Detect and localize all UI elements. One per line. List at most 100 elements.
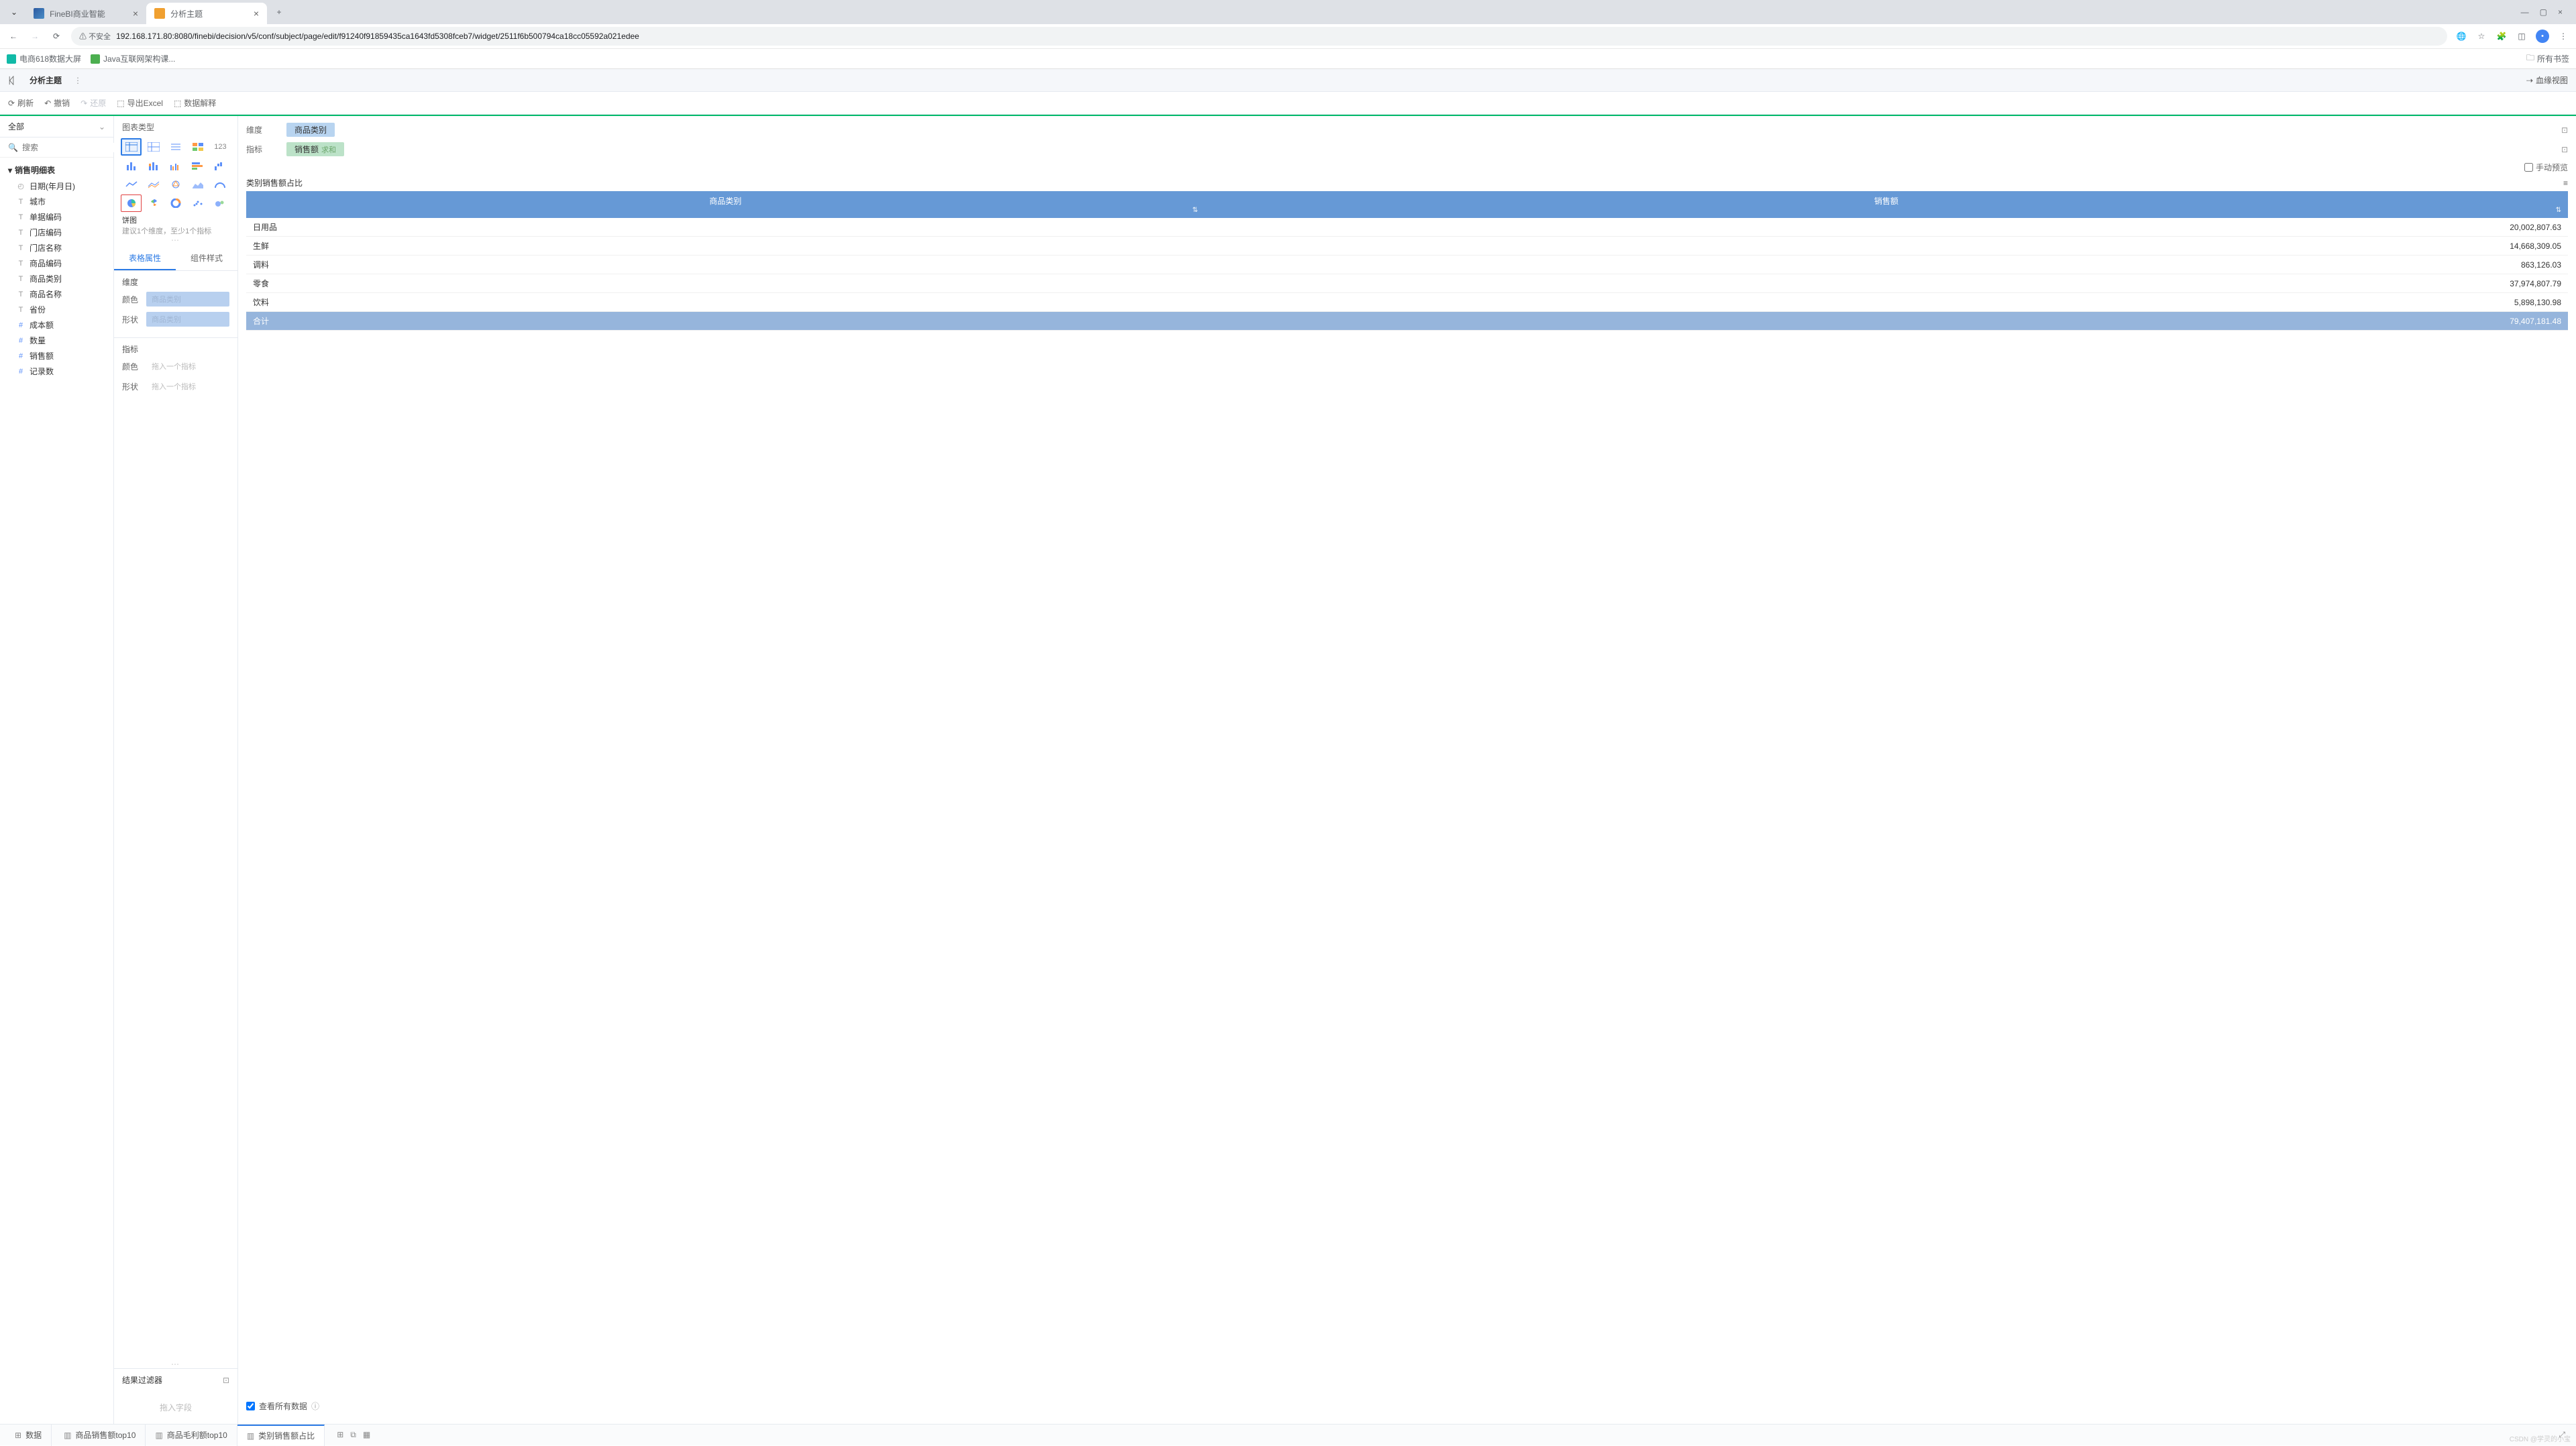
dimension-shelf[interactable]: 维度 商品类别 ⊡ [246, 123, 2568, 137]
duplicate-icon[interactable]: ⧉ [350, 1430, 356, 1440]
chart-type-bubble[interactable] [210, 194, 231, 212]
back-to-list-button[interactable] [8, 76, 17, 85]
drop-zone[interactable]: 拖入一个指标 [146, 359, 229, 374]
reload-button[interactable]: ⟳ [50, 32, 63, 41]
prop-shape-dim[interactable]: 形状 商品类别 [122, 312, 229, 327]
tab-finebi[interactable]: FineBI商业智能 × [25, 3, 146, 24]
field-item[interactable]: ◴日期(年月日) [0, 178, 113, 194]
field-item[interactable]: #数量 [0, 333, 113, 348]
chart-type-donut[interactable] [165, 194, 186, 212]
undo-button[interactable]: ↶撤销 [44, 97, 70, 109]
table-row[interactable]: 日用品20,002,807.63 [246, 218, 2568, 237]
field-item[interactable]: T省份 [0, 302, 113, 317]
metric-shelf[interactable]: 指标 销售额 求和 ⊡ [246, 142, 2568, 156]
sort-icon[interactable]: ⇅ [2556, 207, 2561, 214]
export-button[interactable]: ⬚导出Excel [117, 97, 163, 109]
chart-type-line[interactable] [121, 176, 142, 193]
chart-type-kpi-card[interactable] [188, 138, 209, 156]
all-bookmarks[interactable]: 🗀 所有书签 [2526, 52, 2569, 66]
explain-button[interactable]: ⬚数据解释 [174, 97, 216, 109]
menu-icon[interactable]: ⋮ [2557, 32, 2569, 41]
star-icon[interactable]: ☆ [2475, 32, 2487, 41]
prop-color-pill[interactable]: 商品类别 [146, 292, 229, 307]
component-tab[interactable]: ▥商品毛利额top10 [146, 1425, 237, 1446]
chart-type-pie[interactable] [121, 194, 142, 212]
field-item[interactable]: #成本额 [0, 317, 113, 333]
table-row[interactable]: 饮料5,898,130.98 [246, 293, 2568, 312]
drop-zone[interactable]: 拖入一个指标 [146, 379, 229, 394]
chart-type-multi-line[interactable] [143, 176, 164, 193]
col-header-sales[interactable]: 销售额⇅ [1205, 191, 2568, 218]
extensions-icon[interactable]: 🧩 [2496, 32, 2508, 41]
field-item[interactable]: T门店编码 [0, 225, 113, 240]
chart-type-area[interactable] [188, 176, 209, 193]
refresh-button[interactable]: ⟳刷新 [8, 97, 34, 109]
chart-type-group-table[interactable] [121, 138, 142, 156]
field-item[interactable]: T商品类别 [0, 271, 113, 286]
table-row[interactable]: 调料863,126.03 [246, 256, 2568, 274]
field-item[interactable]: #销售额 [0, 348, 113, 364]
lineage-button[interactable]: ⇢ 血缘视图 [2526, 74, 2568, 86]
chart-type-stacked-column[interactable] [143, 157, 164, 174]
tab-component-style[interactable]: 组件样式 [176, 247, 237, 270]
prop-shape-pill[interactable]: 商品类别 [146, 312, 229, 327]
bookmark-ecommerce[interactable]: 电商618数据大屏 [7, 53, 81, 64]
expand-icon[interactable]: ⊡ [223, 1376, 229, 1385]
chart-type-text[interactable]: 123 [210, 138, 231, 156]
field-item[interactable]: T城市 [0, 194, 113, 209]
dataset-toggle[interactable]: ▾ 销售明细表 [0, 162, 113, 178]
chart-title[interactable]: 类别销售额占比 [246, 177, 303, 188]
tab-dropdown[interactable]: ⌄ [5, 5, 23, 19]
component-tab[interactable]: ▥类别销售额占比 [237, 1425, 325, 1446]
close-tab-icon[interactable]: × [254, 8, 259, 19]
chart-type-scatter[interactable] [188, 194, 209, 212]
table-row[interactable]: 零食37,974,807.79 [246, 274, 2568, 293]
dim-pill[interactable]: 商品类别 [286, 123, 335, 137]
table-row[interactable]: 生鲜14,668,309.05 [246, 237, 2568, 256]
tab-table-attr[interactable]: 表格属性 [114, 247, 176, 270]
tab-analysis[interactable]: 分析主题 × [146, 3, 267, 24]
chart-settings-icon[interactable]: ≡ [2563, 178, 2568, 188]
component-tab[interactable]: ▥商品销售额top10 [54, 1425, 146, 1446]
scope-selector[interactable]: 全部 ⌄ [0, 116, 113, 137]
search-input[interactable] [22, 143, 126, 152]
col-header-category[interactable]: 商品类别⇅ [246, 191, 1205, 218]
view-all-checkbox[interactable] [246, 1402, 255, 1410]
close-tab-icon[interactable]: × [133, 8, 138, 19]
forward-button[interactable]: → [28, 32, 42, 41]
chart-type-bar[interactable] [188, 157, 209, 174]
prop-color-metric[interactable]: 颜色 拖入一个指标 [122, 359, 229, 374]
new-tab-button[interactable]: + [270, 7, 288, 17]
back-button[interactable]: ← [7, 32, 20, 41]
tab-data[interactable]: ⊞ 数据 [5, 1425, 52, 1446]
chart-type-radar[interactable] [165, 176, 186, 193]
sort-icon[interactable]: ⇅ [1192, 207, 1197, 214]
metric-pill[interactable]: 销售额 求和 [286, 142, 344, 156]
chart-type-list-table[interactable] [165, 138, 186, 156]
chart-type-grouped-column[interactable] [165, 157, 186, 174]
sidepanel-icon[interactable]: ◫ [2516, 32, 2528, 41]
shelf-settings-icon[interactable]: ⊡ [2561, 125, 2568, 135]
filter-dropzone[interactable]: 拖入字段 [114, 1391, 237, 1424]
field-item[interactable]: T商品编码 [0, 256, 113, 271]
translate-icon[interactable]: 🌐 [2455, 32, 2467, 41]
minimize-button[interactable]: — [2521, 7, 2529, 17]
field-item[interactable]: T门店名称 [0, 240, 113, 256]
resize-handle[interactable]: ⋯ [114, 239, 237, 244]
field-item[interactable]: T单据编码 [0, 209, 113, 225]
maximize-button[interactable]: ▢ [2540, 7, 2547, 17]
shelf-settings-icon[interactable]: ⊡ [2561, 145, 2568, 154]
field-item[interactable]: T商品名称 [0, 286, 113, 302]
chart-type-cross-table[interactable] [143, 138, 164, 156]
close-window-button[interactable]: × [2558, 7, 2563, 17]
profile-avatar[interactable]: • [2536, 30, 2549, 43]
url-box[interactable]: ⚠ 不安全 192.168.171.80:8080/finebi/decisio… [71, 27, 2447, 46]
chart-type-gauge[interactable] [210, 176, 231, 193]
chart-type-waterfall[interactable] [210, 157, 231, 174]
chart-type-column[interactable] [121, 157, 142, 174]
bookmark-java[interactable]: Java互联网架构课... [91, 53, 175, 64]
chart-type-rose[interactable] [143, 194, 164, 212]
prop-color-dim[interactable]: 颜色 商品类别 [122, 292, 229, 307]
add-component-icon[interactable]: ⊞ [337, 1430, 343, 1440]
more-actions-icon[interactable]: ⋮ [74, 76, 82, 85]
